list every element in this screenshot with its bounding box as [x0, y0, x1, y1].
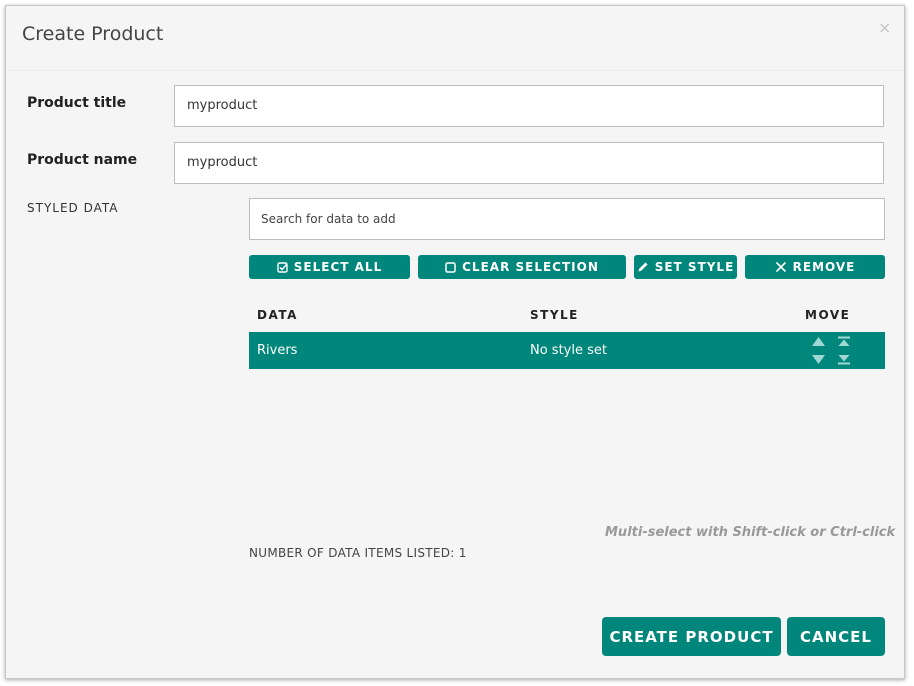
product-title-label: Product title [27, 95, 127, 111]
table-row[interactable]: Rivers No style set [249, 332, 885, 369]
clear-selection-button[interactable]: CLEAR SELECTION [418, 255, 626, 279]
row-data-cell: Rivers [257, 343, 298, 358]
column-header-style: STYLE [530, 308, 579, 322]
move-to-bottom-icon[interactable] [837, 354, 851, 365]
clear-selection-label: CLEAR SELECTION [462, 260, 599, 274]
product-name-label: Product name [27, 152, 138, 168]
product-name-input[interactable]: myproduct [174, 142, 884, 184]
arrow-up-icon[interactable] [811, 336, 826, 347]
select-all-button[interactable]: SELECT ALL [249, 255, 410, 279]
checkbox-checked-icon [277, 261, 288, 273]
data-items-count: NUMBER OF DATA ITEMS LISTED: 1 [249, 546, 467, 560]
dialog-title: Create Product [22, 23, 164, 45]
move-to-top-icon[interactable] [837, 336, 851, 347]
select-all-label: SELECT ALL [293, 260, 383, 274]
styled-data-label: STYLED DATA [27, 201, 119, 215]
header-divider [6, 70, 904, 71]
column-header-data: DATA [257, 308, 298, 322]
arrow-down-icon[interactable] [811, 354, 826, 365]
cancel-button[interactable]: CANCEL [787, 617, 885, 656]
close-icon[interactable]: × [878, 20, 891, 36]
set-style-button[interactable]: SET STYLE [634, 255, 737, 279]
remove-label: REMOVE [792, 260, 856, 274]
remove-button[interactable]: REMOVE [745, 255, 885, 279]
create-product-dialog: Create Product × Product title myproduct… [5, 5, 905, 679]
product-title-input[interactable]: myproduct [174, 85, 884, 127]
data-search-input[interactable]: Search for data to add [249, 198, 885, 240]
x-icon [775, 261, 786, 273]
checkbox-empty-icon [445, 261, 456, 273]
set-style-label: SET STYLE [654, 260, 735, 274]
multi-select-hint: Multi-select with Shift-click or Ctrl-cl… [605, 525, 896, 540]
row-style-cell: No style set [530, 343, 607, 358]
column-header-move: MOVE [805, 308, 851, 322]
pencil-icon [638, 262, 648, 272]
create-product-button[interactable]: CREATE PRODUCT [602, 617, 781, 656]
